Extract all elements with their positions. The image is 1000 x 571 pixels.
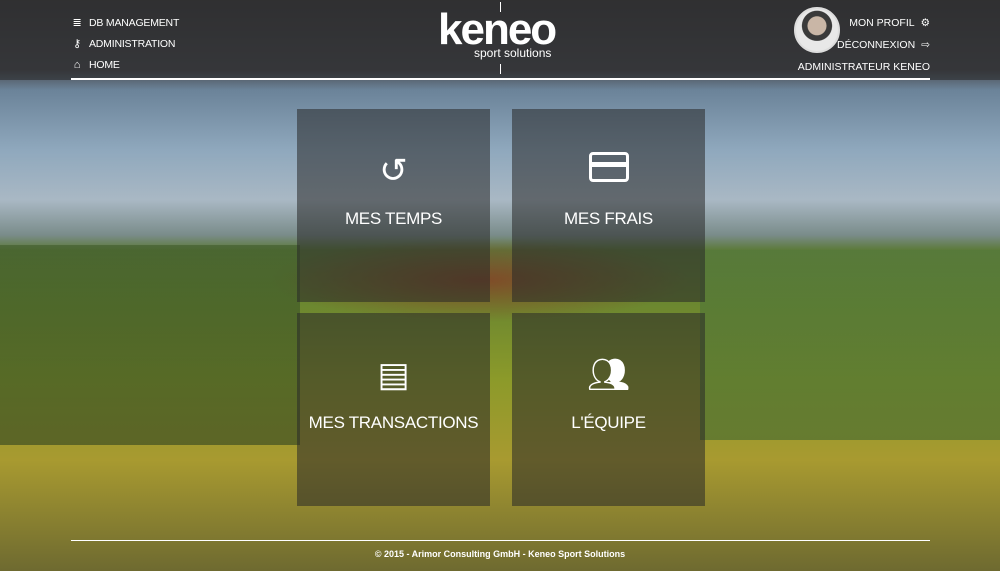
gear-icon: ⚙ bbox=[920, 17, 930, 29]
nav-label: DB MANAGEMENT bbox=[89, 16, 180, 29]
nav-label: HOME bbox=[89, 58, 120, 71]
tile-mes-frais[interactable]: MES FRAIS bbox=[512, 109, 705, 302]
profile-link[interactable]: MON PROFIL ⚙ bbox=[798, 12, 930, 34]
keneo-logo[interactable]: keneo sport solutions bbox=[438, 2, 563, 74]
users-icon: 👥︎ bbox=[586, 356, 631, 394]
logo-subtext: sport solutions bbox=[474, 46, 552, 60]
database-icon: ≣ bbox=[72, 17, 82, 29]
nav-home[interactable]: ⌂ HOME bbox=[71, 54, 179, 75]
history-icon: ↺ bbox=[379, 152, 408, 190]
footer-copyright: © 2015 - Arimor Consulting GmbH - Keneo … bbox=[374, 549, 626, 559]
nav-db-management[interactable]: ≣ DB MANAGEMENT bbox=[71, 12, 179, 33]
nav-label: ADMINISTRATION bbox=[89, 37, 176, 50]
tile-label: MES FRAIS bbox=[564, 209, 653, 228]
profile-label: MON PROFIL bbox=[849, 17, 915, 29]
logout-label: DÉCONNEXION bbox=[837, 39, 916, 51]
credit-card-icon bbox=[512, 151, 705, 191]
sign-out-icon: ⇨ bbox=[921, 39, 930, 51]
background-field bbox=[700, 250, 1000, 440]
footer-divider bbox=[71, 540, 930, 541]
nav-administration[interactable]: ⚷ ADMINISTRATION bbox=[71, 33, 179, 54]
tile-label: MES TRANSACTIONS bbox=[308, 413, 479, 432]
tile-label: L'ÉQUIPE bbox=[571, 413, 646, 432]
document-icon: ▤ bbox=[377, 356, 410, 394]
header-divider bbox=[71, 78, 930, 80]
user-menu: MON PROFIL ⚙ DÉCONNEXION ⇨ ADMINISTRATEUR … bbox=[798, 12, 930, 78]
logo-divider bbox=[500, 64, 501, 74]
home-icon: ⌂ bbox=[73, 58, 81, 71]
tile-mes-temps[interactable]: ↺ MES TEMPS bbox=[297, 109, 490, 302]
tile-equipe[interactable]: 👥︎ L'ÉQUIPE bbox=[512, 313, 705, 506]
background-field bbox=[0, 245, 300, 445]
tile-mes-transactions[interactable]: ▤ MES TRANSACTIONS bbox=[297, 313, 490, 506]
user-name: ADMINISTRATEUR KENEO bbox=[797, 61, 930, 73]
tile-label: MES TEMPS bbox=[344, 209, 443, 228]
logout-link[interactable]: DÉCONNEXION ⇨ bbox=[798, 34, 930, 56]
key-icon: ⚷ bbox=[73, 38, 81, 50]
main-nav: ≣ DB MANAGEMENT ⚷ ADMINISTRATION ⌂ HOME bbox=[71, 12, 179, 75]
